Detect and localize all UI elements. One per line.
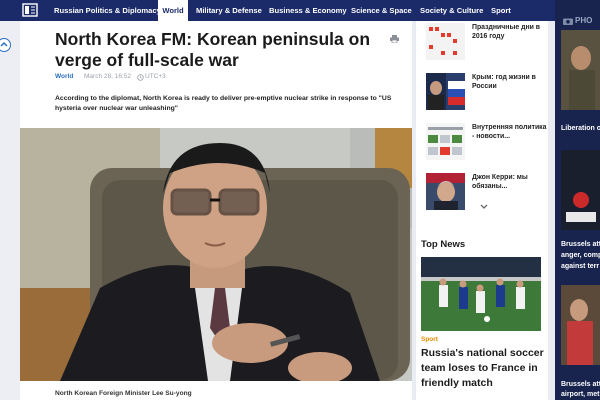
- sidebar-item-title: Праздничные дни в 2016 году: [472, 24, 540, 41]
- nav-russian-politics[interactable]: Russian Politics & Diplomacy: [54, 0, 161, 21]
- photo-column: PHO Liberation o Brussels att anger, com…: [555, 0, 600, 400]
- sidebar-item-title: Внутренняя политика - новости...: [472, 124, 547, 141]
- sidebar: Праздничные дни в 2016 году Крым: год жи…: [416, 21, 548, 400]
- chevron-up-icon: [0, 41, 8, 47]
- article-date: March 28, 16:52: [84, 73, 131, 80]
- article-category[interactable]: World: [55, 73, 73, 80]
- sidebar-thumbnail: [426, 23, 465, 60]
- photo-caption: North Korean Foreign Minister Lee Su-yon…: [55, 390, 192, 397]
- logo-icon[interactable]: [22, 3, 38, 17]
- sidebar-thumbnail: [426, 123, 465, 160]
- sidebar-item[interactable]: Крым: год жизни в России: [426, 71, 546, 113]
- top-news-heading: Top News: [421, 239, 466, 250]
- photo-thumbnail[interactable]: [561, 30, 600, 110]
- top-navigation: Russian Politics & Diplomacy World Milit…: [0, 0, 600, 21]
- sidebar-item-title: Крым: год жизни в России: [472, 74, 536, 91]
- article-title: North Korea FM: Korean peninsula on verg…: [55, 29, 371, 70]
- collapse-button[interactable]: [0, 38, 11, 52]
- photo-thumbnail[interactable]: [561, 150, 600, 230]
- sidebar-thumbnail: [426, 73, 465, 110]
- top-news-photo[interactable]: [421, 257, 541, 331]
- nav-business-economy[interactable]: Business & Economy: [269, 0, 347, 21]
- sidebar-item[interactable]: Праздничные дни в 2016 году: [426, 21, 546, 63]
- left-rail: [0, 21, 20, 400]
- photo-caption-3[interactable]: anger, comp: [561, 251, 600, 261]
- top-news-category[interactable]: Sport: [421, 336, 438, 343]
- article-timezone: UTC+3: [145, 73, 166, 80]
- nav-society-culture[interactable]: Society & Culture: [420, 0, 483, 21]
- article-lead: According to the diplomat, North Korea i…: [55, 95, 392, 112]
- photo-caption-2[interactable]: Brussels att: [561, 240, 600, 250]
- chevron-down-icon[interactable]: [480, 204, 488, 210]
- article: North Korea FM: Korean peninsula on verg…: [20, 21, 412, 400]
- photo-thumbnail[interactable]: [561, 285, 600, 365]
- nav-world[interactable]: World: [158, 0, 188, 21]
- nav-science-space[interactable]: Science & Space: [351, 0, 412, 21]
- top-news-title[interactable]: Russia's national soccer team loses to F…: [421, 346, 545, 391]
- photo-caption-5[interactable]: Brussels att: [561, 380, 600, 390]
- sidebar-item[interactable]: Внутренняя политика - новости...: [426, 121, 546, 163]
- photo-caption-4[interactable]: against terr: [561, 262, 599, 272]
- nav-sport[interactable]: Sport: [491, 0, 511, 21]
- sidebar-thumbnail: [426, 173, 465, 210]
- photo-caption-6[interactable]: airport, met: [561, 390, 600, 400]
- article-photo: [20, 128, 412, 381]
- nav-military-defense[interactable]: Military & Defense: [196, 0, 262, 21]
- photo-caption-1[interactable]: Liberation o: [561, 124, 600, 134]
- photo-tab-label[interactable]: PHO: [575, 16, 592, 26]
- print-icon[interactable]: [390, 35, 399, 43]
- clock-icon: [137, 74, 144, 81]
- sidebar-item-title: Джон Керри: мы обязаны...: [472, 174, 528, 191]
- camera-icon: [563, 18, 573, 25]
